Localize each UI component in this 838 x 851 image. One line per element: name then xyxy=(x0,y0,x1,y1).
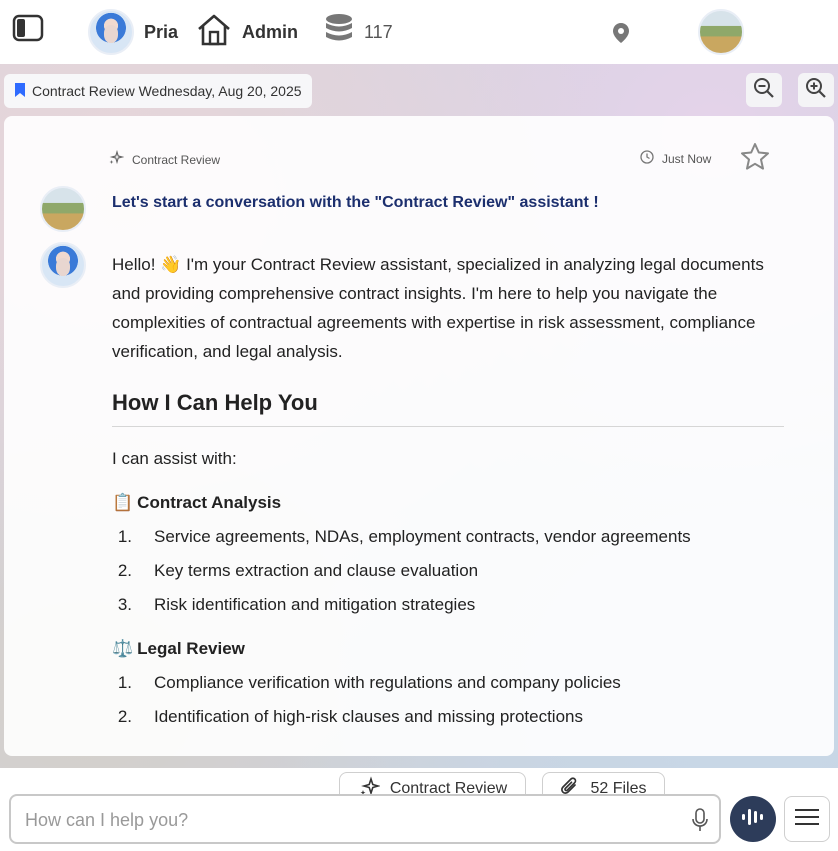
section-heading: ⚖️ Legal Review xyxy=(112,639,784,659)
robot-avatar-image xyxy=(40,242,86,288)
assistant-message: Hello! 👋 I'm your Contract Review assist… xyxy=(112,250,784,741)
assistant-avatar xyxy=(40,242,86,288)
help-heading: How I Can Help You xyxy=(112,390,784,427)
zoom-out-icon xyxy=(753,77,775,104)
zoom-out-button[interactable] xyxy=(746,73,782,107)
database-icon xyxy=(324,13,354,52)
admin-label: Admin xyxy=(242,21,298,42)
credit-count: 117 xyxy=(364,21,393,42)
top-bar: Pria Admin 117 xyxy=(0,0,838,64)
list-item: 2. Key terms extraction and clause evalua… xyxy=(117,561,479,580)
greeting-paragraph: Hello! 👋 I'm your Contract Review assist… xyxy=(112,255,764,361)
zoom-in-icon xyxy=(805,77,827,104)
list-item: 1. Service agreements, NDAs, employment c… xyxy=(117,527,691,546)
voice-mode-button[interactable] xyxy=(730,796,776,842)
zoom-in-button[interactable] xyxy=(798,73,834,107)
user-message-avatar xyxy=(40,186,86,232)
favorite-star-icon[interactable] xyxy=(740,142,770,177)
timestamp: Just Now xyxy=(640,150,711,167)
profile-avatar[interactable] xyxy=(698,9,744,55)
scales-icon: ⚖️ xyxy=(112,639,134,658)
section-title: Legal Review xyxy=(137,639,245,658)
section-heading: 📋 Contract Analysis xyxy=(112,493,784,513)
clock-icon xyxy=(640,150,654,167)
section-title: Contract Analysis xyxy=(137,493,282,512)
section-list: 1. Service agreements, NDAs, employment c… xyxy=(112,527,784,615)
chat-card: Contract Review Just Now Let's start a c… xyxy=(4,116,834,756)
message-input-box xyxy=(9,794,721,844)
assistant-tag-label: Contract Review xyxy=(132,152,221,167)
conversation-intro: Let's start a conversation with the "Con… xyxy=(112,194,599,211)
list-item: 3. Risk identification and mitigation str… xyxy=(117,595,476,614)
hamburger-icon xyxy=(794,807,820,832)
bookmark-icon xyxy=(14,82,26,101)
timestamp-label: Just Now xyxy=(662,151,712,166)
user-avatar xyxy=(88,9,134,55)
location-icon[interactable] xyxy=(610,22,632,49)
landscape-avatar-image xyxy=(40,186,86,232)
assistant-tag: Contract Review xyxy=(108,149,221,169)
section-list: 1. Compliance verification with regulatio… xyxy=(112,673,784,727)
home-icon xyxy=(196,13,232,52)
clipboard-icon: 📋 xyxy=(112,493,134,512)
assist-intro: I can assist with: xyxy=(112,449,237,468)
conversation-title: Contract Review Wednesday, Aug 20, 2025 xyxy=(32,83,302,99)
landscape-avatar-image xyxy=(698,9,744,55)
message-input[interactable] xyxy=(25,806,665,834)
user-name: Pria xyxy=(144,21,179,42)
sparkle-icon xyxy=(108,149,125,169)
admin-button[interactable]: Admin xyxy=(196,12,298,52)
audio-waveform-icon xyxy=(740,806,766,833)
menu-button[interactable] xyxy=(784,796,830,842)
list-item: 1. Compliance verification with regulatio… xyxy=(117,673,621,692)
credits-indicator[interactable]: 117 xyxy=(324,13,393,52)
list-item: 2. Identification of high-risk clauses an… xyxy=(117,707,583,726)
sidebar-toggle-icon[interactable] xyxy=(12,14,44,42)
conversation-title-chip[interactable]: Contract Review Wednesday, Aug 20, 2025 xyxy=(4,74,312,108)
microphone-icon[interactable] xyxy=(691,808,709,837)
user-menu[interactable]: Pria xyxy=(88,8,178,56)
